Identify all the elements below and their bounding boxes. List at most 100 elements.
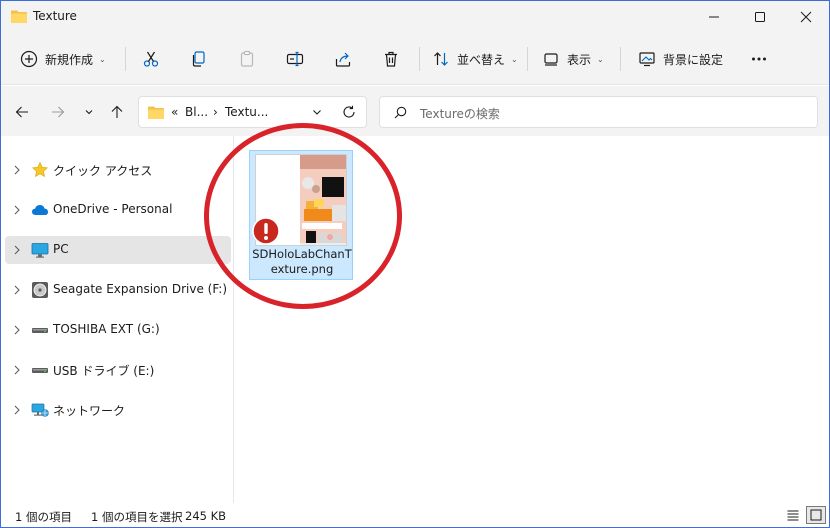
up-button[interactable] — [105, 100, 129, 124]
rename-icon — [279, 43, 311, 75]
delete-button[interactable] — [375, 43, 407, 75]
trash-icon — [375, 43, 407, 75]
chevron-right-icon[interactable] — [12, 205, 22, 215]
breadcrumb-overflow[interactable]: « — [171, 105, 178, 119]
sidebar-item-seagate-drive[interactable]: Seagate Expansion Drive (F:) — [5, 276, 231, 304]
file-list: SDHoloLabChanT exture.png — [235, 136, 829, 503]
back-button[interactable] — [10, 100, 34, 124]
details-view-button[interactable] — [783, 506, 803, 524]
chevron-right-icon[interactable] — [12, 165, 22, 175]
sidebar-item-label: ネットワーク — [53, 404, 126, 418]
clipboard-icon — [231, 43, 263, 75]
refresh-icon[interactable] — [342, 105, 356, 119]
arrow-left-icon — [15, 106, 28, 118]
search-icon — [394, 106, 407, 119]
address-bar[interactable]: « Bl... › Textu... — [138, 96, 367, 128]
breadcrumb-segment[interactable]: Bl... — [185, 105, 208, 119]
sidebar-item-label: TOSHIBA EXT (G:) — [53, 322, 160, 336]
sidebar-item-quick-access[interactable]: クイック アクセス — [5, 156, 231, 184]
sidebar-item-label: クイック アクセス — [53, 164, 153, 178]
selection-size: 245 KB — [185, 509, 227, 523]
sort-icon — [425, 43, 457, 75]
sidebar-item-label: Seagate Expansion Drive (F:) — [53, 282, 228, 296]
arrow-up-icon — [111, 105, 123, 118]
tiles-view-button[interactable] — [806, 506, 826, 524]
more-button[interactable] — [743, 43, 775, 75]
window-title: Texture — [33, 9, 77, 23]
chevron-down-icon — [85, 110, 93, 115]
file-name: SDHoloLabChanT exture.png — [252, 247, 352, 277]
navigation-pane: クイック アクセス OneDrive - Personal PC Seagate… — [1, 136, 234, 503]
minimize-button[interactable] — [691, 1, 737, 33]
sidebar-item-onedrive[interactable]: OneDrive - Personal — [5, 196, 231, 224]
cloud-icon — [31, 201, 49, 219]
network-icon — [31, 401, 49, 419]
toolbar-divider — [620, 47, 621, 71]
drive-icon — [31, 361, 49, 379]
chevron-down-icon: ⌄ — [597, 54, 604, 64]
chevron-down-icon[interactable] — [311, 106, 323, 118]
sort-button[interactable]: 並べ替え ⌄ — [425, 43, 518, 75]
scissors-icon — [135, 43, 167, 75]
copy-icon — [183, 43, 215, 75]
star-icon — [31, 161, 49, 179]
chevron-right-icon[interactable] — [12, 245, 22, 255]
cut-button[interactable] — [135, 43, 167, 75]
maximize-icon — [755, 12, 765, 22]
command-bar: 新規作成 ⌄ 並べ替え ⌄ 表示 ⌄ 背景に設定 — [1, 33, 829, 85]
folder-icon — [11, 10, 27, 23]
explorer-window: Texture 新規作成 ⌄ 並べ替え ⌄ 表示 ⌄ 背景に設定 « Bl...… — [0, 0, 830, 528]
sidebar-item-network[interactable]: ネットワーク — [5, 396, 231, 424]
minimize-icon — [709, 16, 719, 18]
chevron-down-icon: ⌄ — [99, 54, 106, 64]
view-label: 表示 — [567, 52, 592, 67]
paste-button[interactable] — [231, 43, 263, 75]
view-button[interactable]: 表示 ⌄ — [535, 43, 604, 75]
wallpaper-icon — [631, 43, 663, 75]
sidebar-item-usb-drive[interactable]: USB ドライブ (E:) — [5, 356, 231, 384]
file-name-line-2: exture.png — [270, 262, 334, 276]
close-button[interactable] — [783, 1, 829, 33]
file-item[interactable]: SDHoloLabChanT exture.png — [249, 150, 353, 280]
sidebar-item-toshiba-drive[interactable]: TOSHIBA EXT (G:) — [5, 316, 231, 344]
plus-circle-icon — [13, 43, 45, 75]
file-name-line-1: SDHoloLabChanT — [252, 247, 352, 261]
search-input[interactable]: Textureの検索 — [379, 96, 818, 128]
drive-icon — [31, 321, 49, 339]
list-view-icon — [787, 510, 799, 521]
sidebar-item-label: OneDrive - Personal — [53, 202, 173, 216]
close-icon — [800, 11, 812, 23]
navigation-row: « Bl... › Textu... Textureの検索 — [1, 86, 829, 136]
item-count: 1 個の項目 — [15, 510, 72, 524]
sidebar-item-pc[interactable]: PC — [5, 236, 231, 264]
set-background-button[interactable]: 背景に設定 — [631, 43, 723, 75]
new-button[interactable]: 新規作成 ⌄ — [13, 43, 106, 75]
chevron-right-icon[interactable] — [12, 285, 22, 295]
selection-count: 1 個の項目を選択 — [91, 510, 183, 524]
disk-icon — [31, 281, 49, 299]
recent-locations-button[interactable] — [77, 100, 101, 124]
new-label: 新規作成 — [45, 52, 94, 67]
copy-button[interactable] — [183, 43, 215, 75]
toolbar-divider — [527, 47, 528, 71]
share-button[interactable] — [327, 43, 359, 75]
forward-button[interactable] — [46, 100, 70, 124]
more-icon — [743, 43, 775, 75]
share-icon — [327, 43, 359, 75]
arrow-right-icon — [52, 106, 65, 118]
sidebar-item-label: PC — [53, 242, 69, 256]
rename-button[interactable] — [279, 43, 311, 75]
chevron-right-icon[interactable] — [12, 365, 22, 375]
monitor-icon — [31, 241, 49, 259]
status-bar: 1 個の項目 1 個の項目を選択 245 KB — [1, 503, 829, 527]
chevron-down-icon: ⌄ — [511, 54, 518, 64]
search-placeholder: Textureの検索 — [420, 107, 500, 121]
maximize-button[interactable] — [737, 1, 783, 33]
toolbar-divider — [419, 47, 420, 71]
chevron-right-icon[interactable] — [12, 405, 22, 415]
view-icon — [535, 43, 567, 75]
sidebar-item-label: USB ドライブ (E:) — [53, 364, 155, 378]
breadcrumb-separator[interactable]: › — [213, 105, 218, 119]
chevron-right-icon[interactable] — [12, 325, 22, 335]
breadcrumb-current[interactable]: Textu... — [225, 105, 268, 119]
